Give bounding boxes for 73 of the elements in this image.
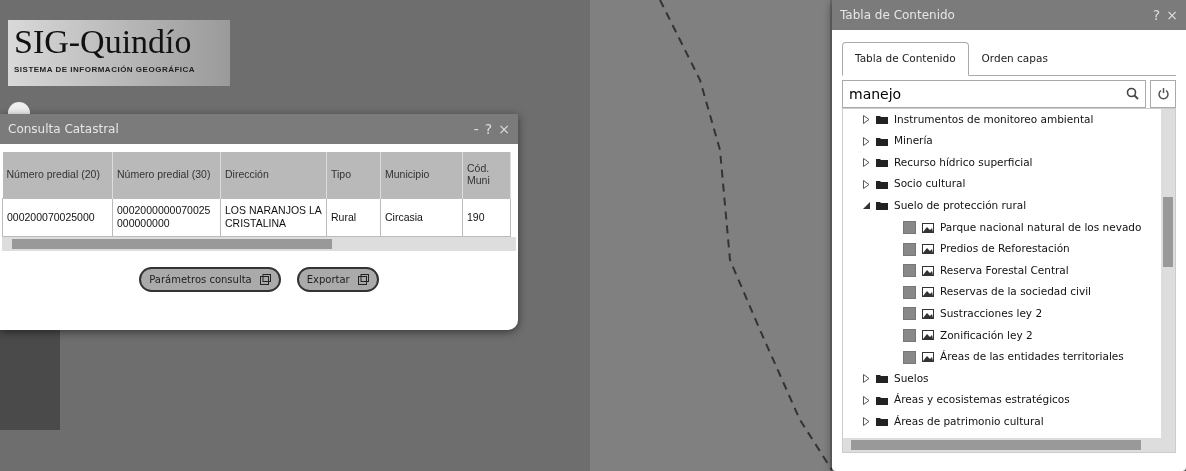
layer-label[interactable]: Áreas de las entidades territoriales (940, 349, 1124, 365)
table-cell: 000200070025000 (2, 198, 113, 236)
expand-icon[interactable] (863, 179, 870, 189)
group-label[interactable]: Áreas de patrimonio cultural (894, 414, 1044, 430)
column-header[interactable]: Dirección (220, 152, 327, 198)
folder-icon (876, 417, 888, 427)
search-field[interactable]: manejo (842, 79, 1146, 108)
layer-checkbox[interactable] (903, 329, 916, 342)
group-label[interactable]: Suelos (894, 370, 929, 387)
expand-icon[interactable] (863, 395, 870, 405)
expand-icon[interactable] (863, 115, 870, 125)
folder-icon (876, 395, 888, 405)
logo-subtitle: SISTEMA DE INFORMACIÓN GEOGRÁFICA (14, 64, 197, 76)
group-label[interactable]: Suelo de protección rural (894, 198, 1027, 214)
expand-icon[interactable] (863, 202, 870, 210)
column-header[interactable]: Municipio (380, 152, 463, 198)
tab[interactable]: Tabla de Contenido (842, 42, 969, 76)
power-button[interactable] (1150, 79, 1176, 108)
action-button[interactable]: Parámetros consulta (139, 266, 281, 292)
layer-label[interactable]: Parque nacional natural de los nevado (940, 219, 1142, 236)
column-header[interactable]: Tipo (326, 152, 381, 198)
power-icon (1156, 87, 1170, 101)
group-label[interactable]: Socio cultural (894, 176, 966, 193)
group-label[interactable]: Áreas y ecosistemas estratégicos (894, 392, 1070, 409)
layer-checkbox[interactable] (903, 307, 916, 321)
image-icon (922, 265, 934, 276)
vertical-scrollbar[interactable] (1161, 108, 1175, 438)
search-icon[interactable] (1126, 86, 1139, 100)
layer-checkbox[interactable] (903, 350, 916, 364)
expand-icon[interactable] (863, 374, 870, 384)
horizontal-scrollbar[interactable] (843, 437, 1175, 452)
column-header[interactable]: Cód. Muni (462, 152, 511, 198)
window-icon (259, 273, 271, 285)
folder-icon (876, 158, 888, 168)
table-cell: LOS NARANJOS LA CRISTALINA (220, 198, 327, 236)
folder-icon (876, 136, 888, 146)
logo-title: SIG-Quindío (14, 24, 193, 60)
image-icon (922, 222, 934, 233)
group-label[interactable]: Recurso hídrico superficial (894, 154, 1033, 171)
folder-icon (876, 179, 888, 189)
folder-icon (876, 115, 888, 125)
layer-label[interactable]: Reserva Forestal Central (940, 262, 1069, 279)
table-cell: Rural (326, 198, 381, 236)
expand-icon[interactable] (863, 158, 870, 168)
image-icon (922, 352, 934, 363)
layer-label[interactable]: Reservas de la sociedad civil (940, 284, 1092, 301)
tab[interactable]: Orden capas (968, 42, 1061, 76)
table-cell: 190 (462, 198, 511, 236)
layer-checkbox[interactable] (903, 264, 916, 278)
table-cell: 0002000000070025 000000000 (112, 198, 221, 236)
window-title: Tabla de Contenido (840, 7, 955, 24)
table-cell: Circasia (380, 198, 463, 236)
image-icon (922, 308, 934, 319)
expand-icon[interactable] (863, 417, 870, 427)
layer-checkbox[interactable] (903, 242, 916, 256)
action-button[interactable]: Exportar (296, 266, 379, 292)
window-icon (357, 273, 369, 285)
column-header[interactable]: Número predial (30) (112, 152, 221, 198)
window-title: Consulta Catastral (8, 121, 119, 138)
expand-icon[interactable] (863, 136, 870, 146)
layer-label[interactable]: Sustracciones ley 2 (940, 306, 1043, 322)
image-icon (922, 287, 934, 298)
layer-checkbox[interactable] (903, 285, 916, 299)
layer-checkbox[interactable] (903, 221, 916, 234)
folder-icon (876, 374, 888, 384)
image-icon (922, 330, 934, 341)
column-header[interactable]: Número predial (20) (2, 152, 113, 198)
group-label[interactable]: Minería (894, 133, 933, 149)
layer-label[interactable]: Predios de Reforestación (940, 241, 1070, 257)
image-icon (922, 244, 934, 255)
folder-icon (876, 201, 888, 211)
layer-label[interactable]: Zonificación ley 2 (940, 327, 1033, 344)
group-label[interactable]: Instrumentos de monitoreo ambiental (894, 111, 1094, 128)
